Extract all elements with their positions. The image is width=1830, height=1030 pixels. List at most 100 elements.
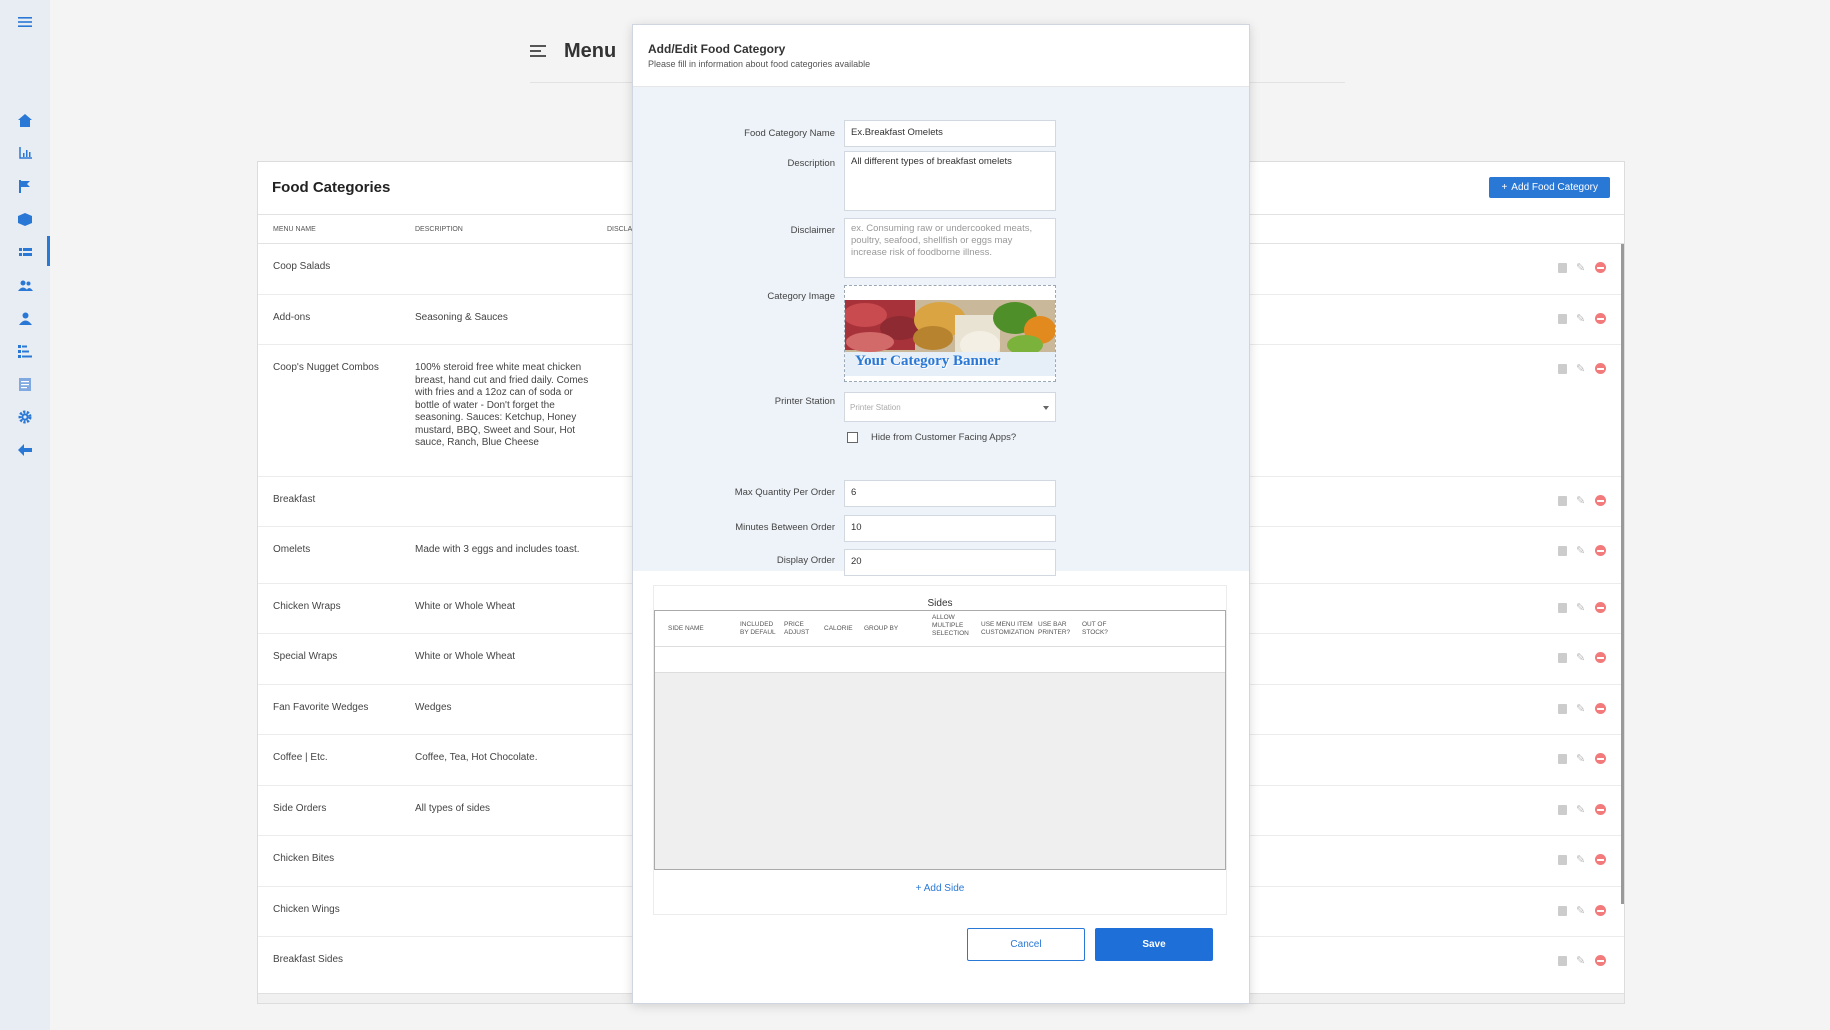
copy-icon[interactable] [1558,854,1567,865]
vertical-scrollbar[interactable] [1621,244,1624,904]
minutes-between-order-input[interactable]: 10 [844,515,1056,542]
copy-icon[interactable] [1558,545,1567,556]
delete-icon[interactable] [1595,955,1606,966]
row-description: Made with 3 eggs and includes toast. [415,544,580,555]
edit-icon[interactable]: ✎ [1576,854,1586,865]
max-quantity-label: Max Quantity Per Order [734,487,835,498]
sides-col-customization: USE MENU ITEM CUSTOMIZATION [981,621,1035,636]
users-icon[interactable] [17,277,33,293]
delete-icon[interactable] [1595,363,1606,374]
copy-icon[interactable] [1558,703,1567,714]
sort-icon[interactable] [17,343,33,359]
edit-icon[interactable]: ✎ [1576,363,1586,374]
edit-icon[interactable]: ✎ [1576,753,1586,764]
disclaimer-label: Disclaimer [790,225,835,236]
delete-icon[interactable] [1595,703,1606,714]
edit-icon[interactable]: ✎ [1576,652,1586,663]
home-icon[interactable] [17,112,33,128]
sides-col-allow-multiple: ALLOW MULTIPLE SELECTION [932,614,969,637]
card-title: Food Categories [272,179,391,196]
food-category-name-input[interactable]: Ex.Breakfast Omelets [844,120,1056,147]
add-side-label: Add Side [923,883,965,894]
document-icon[interactable] [17,376,33,392]
description-label: Description [787,158,835,169]
row-description: Wedges [415,702,452,713]
add-side-button[interactable]: + Add Side [654,883,1226,894]
sidebar-active-indicator [47,236,50,266]
row-description: Seasoning & Sauces [415,312,508,323]
delete-icon[interactable] [1595,313,1606,324]
max-quantity-input[interactable]: 6 [844,480,1056,507]
printer-station-select[interactable]: Printer Station [844,392,1056,422]
menu-icon[interactable] [17,14,33,30]
sides-col-side-name: SIDE NAME [668,625,704,632]
delete-icon[interactable] [1595,753,1606,764]
sides-col-out-of-stock: OUT OF STOCK? [1082,621,1108,636]
copy-icon[interactable] [1558,955,1567,966]
category-banner-image: Your Category Banner [845,300,1055,376]
delete-icon[interactable] [1595,652,1606,663]
delete-icon[interactable] [1595,804,1606,815]
flag-icon[interactable] [17,178,33,194]
copy-icon[interactable] [1558,313,1567,324]
delete-icon[interactable] [1595,602,1606,613]
row-name: Coop Salads [273,261,331,272]
category-image-dropzone[interactable]: Your Category Banner [844,285,1056,382]
disclaimer-textarea[interactable]: ex. Consuming raw or undercooked meats, … [844,218,1056,278]
hide-from-apps-label: Hide from Customer Facing Apps? [871,432,1017,443]
delete-icon[interactable] [1595,262,1606,273]
modal-title: Add/Edit Food Category [648,42,786,56]
copy-icon[interactable] [1558,262,1567,273]
edit-icon[interactable]: ✎ [1576,262,1586,273]
sides-col-calorie: CALORIE [824,625,853,632]
add-food-category-button[interactable]: + Add Food Category [1489,177,1610,198]
edit-icon[interactable]: ✎ [1576,313,1586,324]
copy-icon[interactable] [1558,602,1567,613]
copy-icon[interactable] [1558,363,1567,374]
row-name: Special Wraps [273,651,338,662]
menu-toggle-icon[interactable] [530,45,546,57]
sides-col-bar-printer: USE BAR PRINTER? [1038,621,1071,636]
edit-icon[interactable]: ✎ [1576,495,1586,506]
person-icon[interactable] [17,310,33,326]
copy-icon[interactable] [1558,495,1567,506]
box-icon[interactable] [17,211,33,227]
sides-col-included: INCLUDED BY DEFAUL [740,621,776,636]
edit-icon[interactable]: ✎ [1576,905,1586,916]
delete-icon[interactable] [1595,495,1606,506]
row-name: Add-ons [273,312,311,323]
cancel-button[interactable]: Cancel [967,928,1085,961]
row-name: Omelets [273,544,311,555]
row-description: 100% steroid free white meat chicken bre… [415,362,589,448]
page-header: Menu [530,36,616,66]
save-button[interactable]: Save [1095,928,1213,961]
delete-icon[interactable] [1595,545,1606,556]
edit-icon[interactable]: ✎ [1576,545,1586,556]
display-order-input[interactable]: 20 [844,549,1056,576]
chart-icon[interactable] [17,145,33,161]
copy-icon[interactable] [1558,905,1567,916]
delete-icon[interactable] [1595,854,1606,865]
list-icon[interactable] [17,244,33,260]
back-arrow-icon[interactable] [17,442,33,458]
edit-icon[interactable]: ✎ [1576,955,1586,966]
copy-icon[interactable] [1558,804,1567,815]
sidebar [0,0,50,1030]
delete-icon[interactable] [1595,905,1606,916]
copy-icon[interactable] [1558,753,1567,764]
page-title: Menu [564,39,617,62]
edit-food-category-modal: Add/Edit Food Category Please fill in in… [632,24,1250,1004]
description-textarea[interactable]: All different types of breakfast omelets [844,151,1056,211]
modal-subtitle: Please fill in information about food ca… [648,59,871,69]
edit-icon[interactable]: ✎ [1576,703,1586,714]
row-name: Breakfast [273,494,316,505]
edit-icon[interactable]: ✎ [1576,804,1586,815]
add-food-category-label: Add Food Category [1511,182,1598,193]
display-order-label: Display Order [776,555,835,566]
copy-icon[interactable] [1558,652,1567,663]
gear-icon[interactable] [17,409,33,425]
plus-icon: + [915,883,924,894]
hide-from-apps-checkbox[interactable] [847,432,858,443]
edit-icon[interactable]: ✎ [1576,602,1586,613]
plus-icon: + [1501,182,1508,193]
